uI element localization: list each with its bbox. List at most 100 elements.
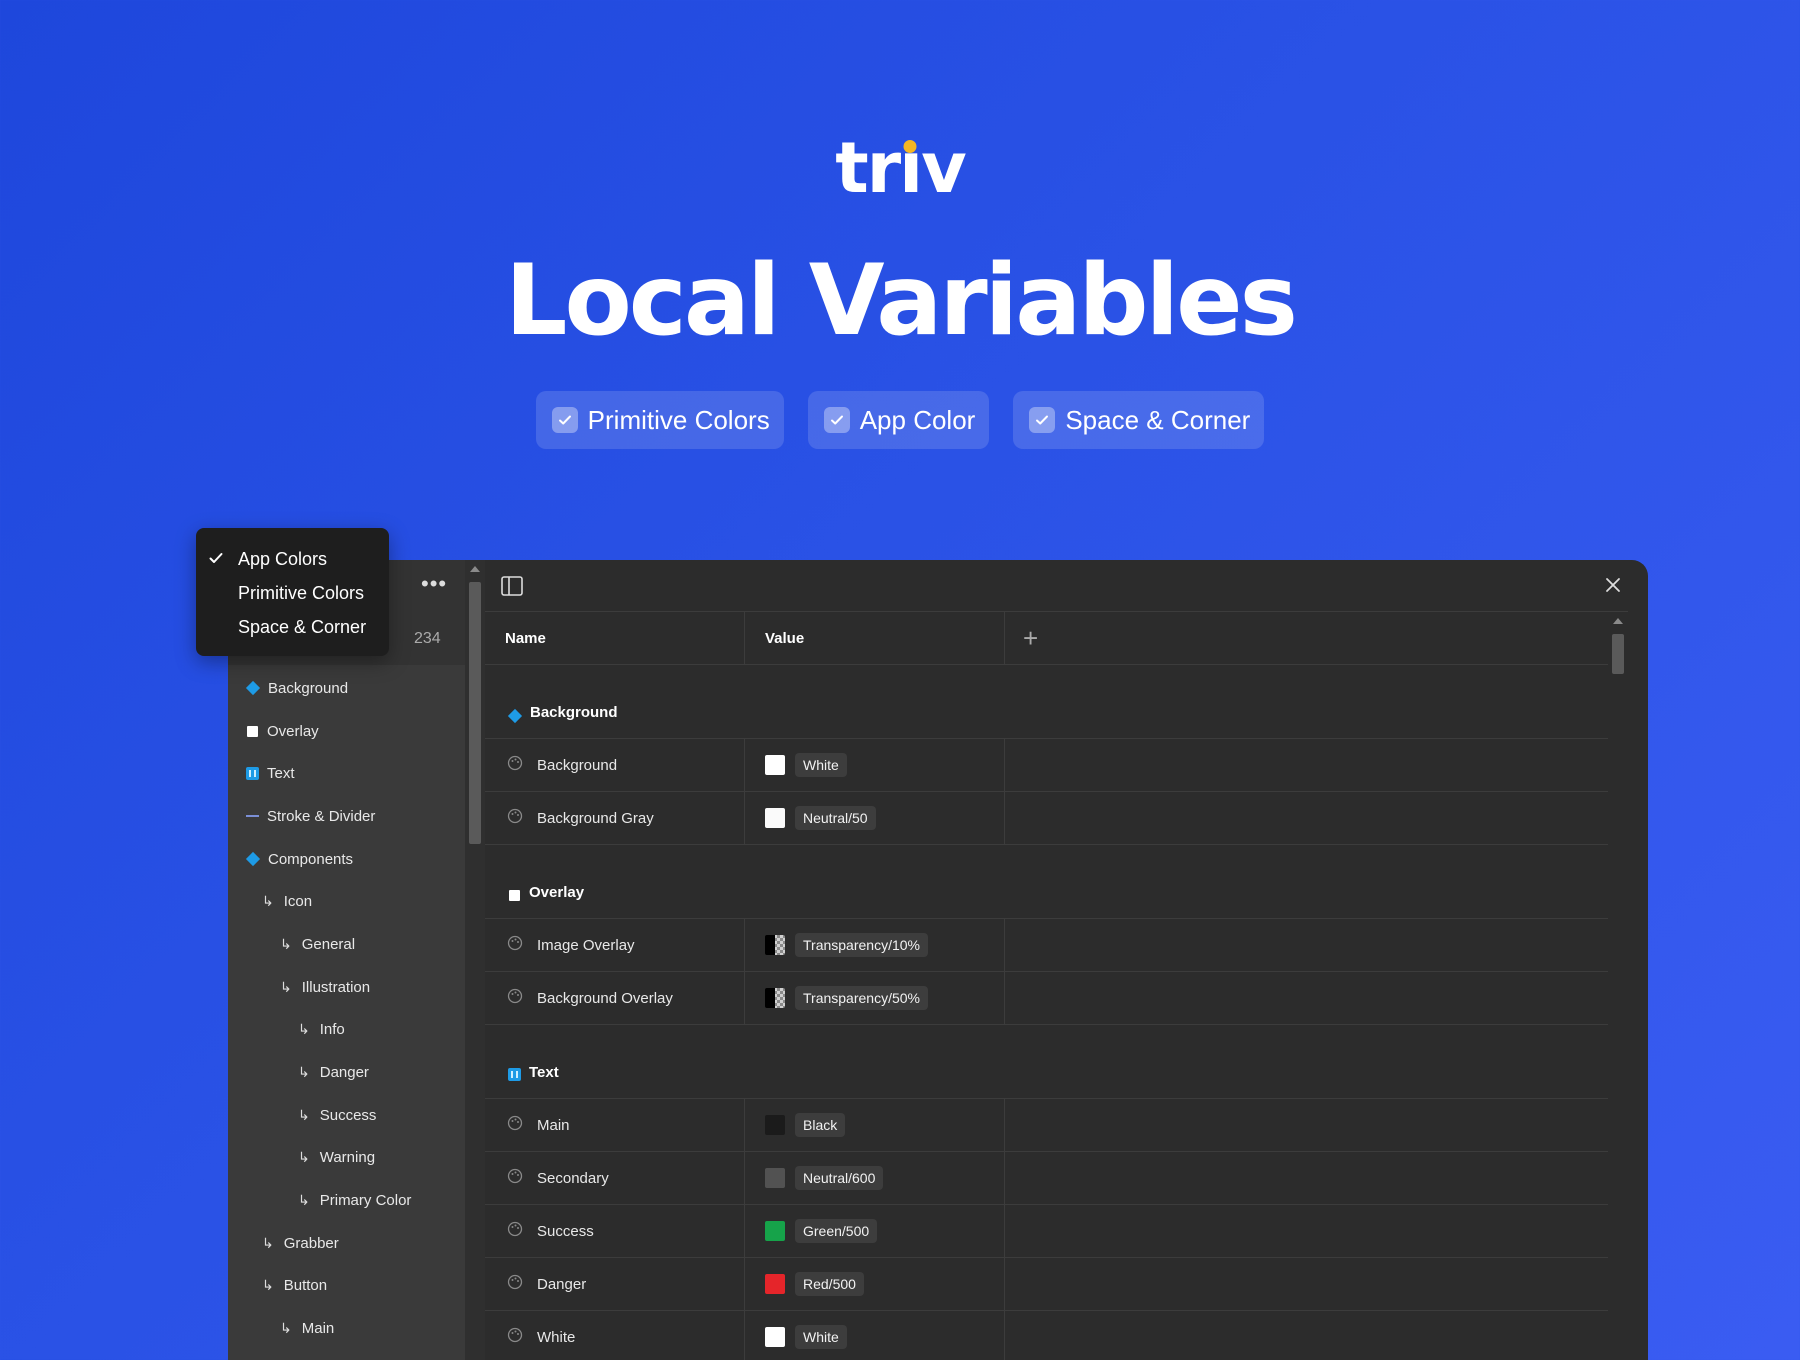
sidebar-item[interactable]: ↳ Button <box>228 1265 465 1308</box>
sidebar-item[interactable]: Stroke & Divider <box>228 795 465 838</box>
sidebar-item[interactable]: Components <box>228 838 465 881</box>
page-title: Local Variables <box>505 244 1298 358</box>
value-tag[interactable]: Neutral/600 <box>795 1166 884 1190</box>
table-row[interactable]: Main Black <box>485 1099 1628 1152</box>
table-row[interactable]: White White <box>485 1311 1628 1360</box>
dropdown-item[interactable]: Space & Corner <box>196 610 389 644</box>
sidebar-item[interactable]: ↳ Primary Color <box>228 1179 465 1222</box>
sidebar-item[interactable]: Background <box>228 667 465 710</box>
sidebar-item[interactable]: Overlay <box>228 710 465 753</box>
color-swatch[interactable] <box>765 755 785 775</box>
return-arrow-icon: ↳ <box>262 1277 274 1294</box>
sidebar-item[interactable]: Text <box>228 752 465 795</box>
sidebar-item-label: Components <box>268 850 354 868</box>
pill-label: Space & Corner <box>1065 404 1251 435</box>
value-tag[interactable]: Green/500 <box>795 1219 878 1243</box>
value-tag[interactable]: Transparency/10% <box>795 933 928 957</box>
scrollbar-thumb[interactable] <box>1612 634 1624 674</box>
variable-name-cell[interactable]: Main <box>485 1099 745 1151</box>
variable-name-cell[interactable]: Image Overlay <box>485 919 745 971</box>
add-column-icon[interactable]: + <box>1005 612 1038 664</box>
dropdown-item[interactable]: App Colors <box>196 542 389 576</box>
sidebar-item[interactable]: ↳ Success <box>228 1094 465 1137</box>
sidebar-item-label: Button <box>283 1277 328 1295</box>
return-arrow-icon: ↳ <box>298 1192 310 1209</box>
variable-value-cell[interactable]: Red/500 <box>745 1258 1005 1310</box>
table-row[interactable]: Background Overlay Transparency/50% <box>485 972 1628 1025</box>
sidebar-item[interactable]: ↳ Grabber <box>228 1222 465 1265</box>
variable-value-cell[interactable]: White <box>745 1311 1005 1360</box>
value-tag[interactable]: White <box>795 1325 847 1349</box>
scrollbar-thumb[interactable] <box>469 582 481 844</box>
variable-name-cell[interactable]: Danger <box>485 1258 745 1310</box>
close-icon[interactable] <box>1604 576 1622 599</box>
variable-value-cell[interactable]: Neutral/600 <box>745 1152 1005 1204</box>
sidebar-scrollbar[interactable] <box>465 560 485 1360</box>
variable-name-cell[interactable]: Success <box>485 1205 745 1257</box>
table-row[interactable]: Danger Red/500 <box>485 1258 1628 1311</box>
variable-value-cell[interactable]: Neutral/50 <box>745 792 1005 844</box>
table-row[interactable]: Success Green/500 <box>485 1205 1628 1258</box>
return-arrow-icon: ↳ <box>262 1234 274 1251</box>
variable-name: Background Gray <box>537 809 654 827</box>
variable-value-cell[interactable]: White <box>745 739 1005 791</box>
table-scrollbar[interactable] <box>1608 612 1628 1360</box>
more-options-icon[interactable]: ••• <box>421 573 447 595</box>
scroll-up-icon[interactable] <box>470 566 480 572</box>
value-tag[interactable]: Neutral/50 <box>795 806 876 830</box>
logo-dot <box>903 140 917 153</box>
group-tree: Background Overlay Text Stroke & Divider Com… <box>228 667 465 1350</box>
table-row[interactable]: Image Overlay Transparency/10% <box>485 919 1628 972</box>
table-row[interactable]: Background Gray Neutral/50 <box>485 792 1628 845</box>
sidebar-item-label: Success <box>319 1106 377 1124</box>
sidebar-item[interactable]: ↳ Icon <box>228 880 465 923</box>
sidebar-item[interactable]: ↳ Main <box>228 1307 465 1350</box>
variable-name-cell[interactable]: Secondary <box>485 1152 745 1204</box>
value-tag[interactable]: Red/500 <box>795 1272 864 1296</box>
color-swatch[interactable] <box>765 1115 785 1135</box>
sidebar-toggle-icon[interactable] <box>501 576 523 601</box>
feature-pills: Primitive Colors App Color Space & Corne… <box>0 391 1800 449</box>
dropdown-item[interactable]: Primitive Colors <box>196 576 389 610</box>
pill-app-color: App Color <box>807 391 990 449</box>
color-swatch[interactable] <box>765 1327 785 1347</box>
group-title: Text <box>485 1025 1628 1099</box>
triv-logo: trı v <box>835 127 967 209</box>
table-row[interactable]: Background White <box>485 739 1628 792</box>
scroll-up-icon[interactable] <box>1613 618 1623 624</box>
sidebar-item[interactable]: ↳ General <box>228 923 465 966</box>
sidebar-item[interactable]: ↳ Illustration <box>228 966 465 1009</box>
variable-value-cell[interactable]: Transparency/10% <box>745 919 1005 971</box>
color-variable-icon <box>507 988 523 1008</box>
value-tag[interactable]: Black <box>795 1113 846 1137</box>
return-arrow-icon: ↳ <box>280 978 292 995</box>
variable-name-cell[interactable]: Background Gray <box>485 792 745 844</box>
column-header-name[interactable]: Name <box>485 612 745 664</box>
column-header-value[interactable]: Value <box>745 612 1005 664</box>
variable-name-cell[interactable]: White <box>485 1311 745 1360</box>
sidebar-item[interactable]: ↳ Info <box>228 1009 465 1052</box>
value-tag[interactable]: Transparency/50% <box>795 986 928 1010</box>
variable-count: 234 <box>414 630 441 647</box>
variable-name: Background <box>537 756 618 774</box>
variable-name-cell[interactable]: Background Overlay <box>485 972 745 1024</box>
color-swatch[interactable] <box>765 988 785 1008</box>
sidebar-item-label: Danger <box>319 1064 369 1082</box>
sidebar-item[interactable]: ↳ Warning <box>228 1137 465 1180</box>
variable-value-cell[interactable]: Transparency/50% <box>745 972 1005 1024</box>
sidebar-item[interactable]: ↳ Danger <box>228 1051 465 1094</box>
value-tag[interactable]: White <box>795 753 847 777</box>
variable-value-cell[interactable]: Green/500 <box>745 1205 1005 1257</box>
dropdown-item-label: Space & Corner <box>238 616 367 637</box>
pill-label: App Color <box>859 404 976 435</box>
color-swatch[interactable] <box>765 935 785 955</box>
variable-value-cell[interactable]: Black <box>745 1099 1005 1151</box>
return-arrow-icon: ↳ <box>280 935 292 952</box>
color-swatch[interactable] <box>765 1221 785 1241</box>
color-swatch[interactable] <box>765 808 785 828</box>
color-swatch[interactable] <box>765 1168 785 1188</box>
table-row[interactable]: Secondary Neutral/600 <box>485 1152 1628 1205</box>
color-swatch[interactable] <box>765 1274 785 1294</box>
local-variables-window: ••• 234 Background Overlay Text Stroke & Di… <box>228 560 1648 1360</box>
variable-name-cell[interactable]: Background <box>485 739 745 791</box>
